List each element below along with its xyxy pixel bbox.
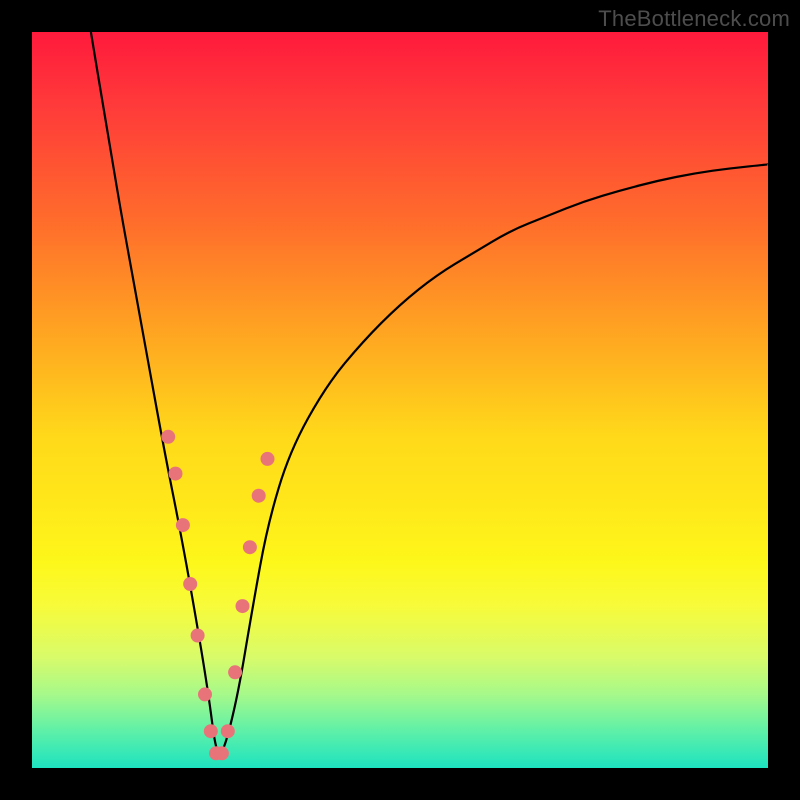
marker-dot: [215, 746, 229, 760]
marker-group: [161, 430, 274, 761]
chart-svg: [32, 32, 768, 768]
marker-dot: [261, 452, 275, 466]
marker-dot: [176, 518, 190, 532]
marker-dot: [191, 629, 205, 643]
marker-dot: [228, 665, 242, 679]
chart-frame: TheBottleneck.com: [0, 0, 800, 800]
marker-dot: [243, 540, 257, 554]
marker-dot: [183, 577, 197, 591]
marker-dot: [221, 724, 235, 738]
marker-dot: [161, 430, 175, 444]
marker-dot: [198, 687, 212, 701]
plot-area: [32, 32, 768, 768]
marker-dot: [236, 599, 250, 613]
marker-dot: [252, 489, 266, 503]
marker-dot: [204, 724, 218, 738]
watermark-text: TheBottleneck.com: [598, 6, 790, 32]
bottleneck-curve: [91, 32, 768, 753]
marker-dot: [169, 467, 183, 481]
